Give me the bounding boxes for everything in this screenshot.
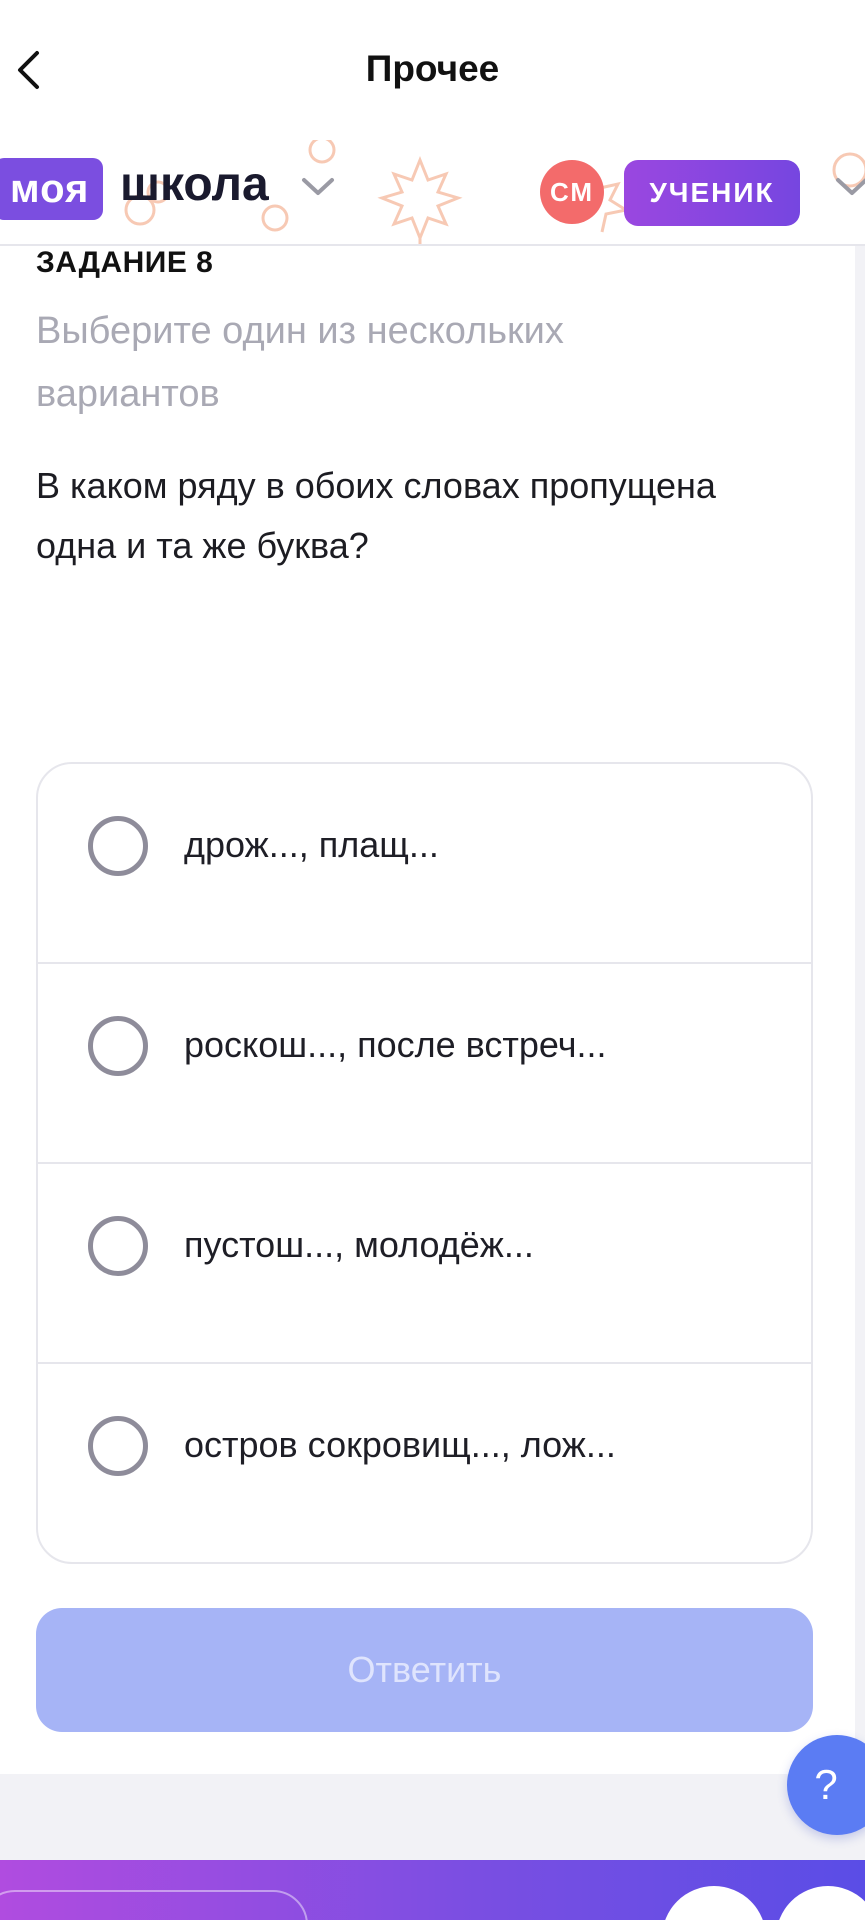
bottom-round-button[interactable] (776, 1886, 865, 1920)
answer-option-text: роскош..., после встреч... (184, 1024, 607, 1065)
answer-option[interactable]: остров сокровищ..., лож... (38, 1364, 811, 1562)
question-text: В каком ряду в обоих словах пропущена од… (36, 465, 716, 566)
page: Прочее моя школа СМ УЧЕНИК ЗАДАНИЕ 8 Выб… (0, 0, 865, 1920)
submit-answer-button[interactable]: Ответить (36, 1608, 813, 1732)
chevron-down-icon[interactable] (300, 176, 336, 198)
bottom-pill-button[interactable] (0, 1890, 308, 1920)
logo-word[interactable]: школа (120, 154, 269, 216)
app-header: моя школа СМ УЧЕНИК (0, 140, 865, 246)
radio-button[interactable] (88, 1016, 148, 1076)
task-number: ЗАДАНИЕ 8 (36, 246, 214, 279)
avatar[interactable]: СМ (540, 160, 604, 224)
page-title: Прочее (365, 48, 500, 89)
answer-options: дрож..., плащ... роскош..., после встреч… (36, 762, 813, 1564)
question-mark-icon: ? (814, 1761, 838, 1808)
bottom-bar (0, 1860, 865, 1920)
role-badge[interactable]: УЧЕНИК (624, 160, 800, 226)
bottom-round-button[interactable] (662, 1886, 766, 1920)
answer-option[interactable]: пустош..., молодёж... (38, 1164, 811, 1364)
chevron-down-icon[interactable] (834, 176, 865, 198)
navigation-bar: Прочее (0, 0, 865, 140)
answer-option[interactable]: дрож..., плащ... (38, 764, 811, 964)
radio-button[interactable] (88, 816, 148, 876)
logo-badge: моя (0, 158, 104, 220)
radio-button[interactable] (88, 1416, 148, 1476)
answer-option-text: дрож..., плащ... (184, 824, 439, 865)
radio-button[interactable] (88, 1216, 148, 1276)
task-hint: Выберите один из нескольких вариантов (36, 310, 564, 415)
answer-option-text: остров сокровищ..., лож... (184, 1424, 616, 1465)
task-card: ЗАДАНИЕ 8 Выберите один из нескольких ва… (0, 246, 855, 1774)
answer-option-text: пустош..., молодёж... (184, 1224, 534, 1265)
answer-option[interactable]: роскош..., после встреч... (38, 964, 811, 1164)
